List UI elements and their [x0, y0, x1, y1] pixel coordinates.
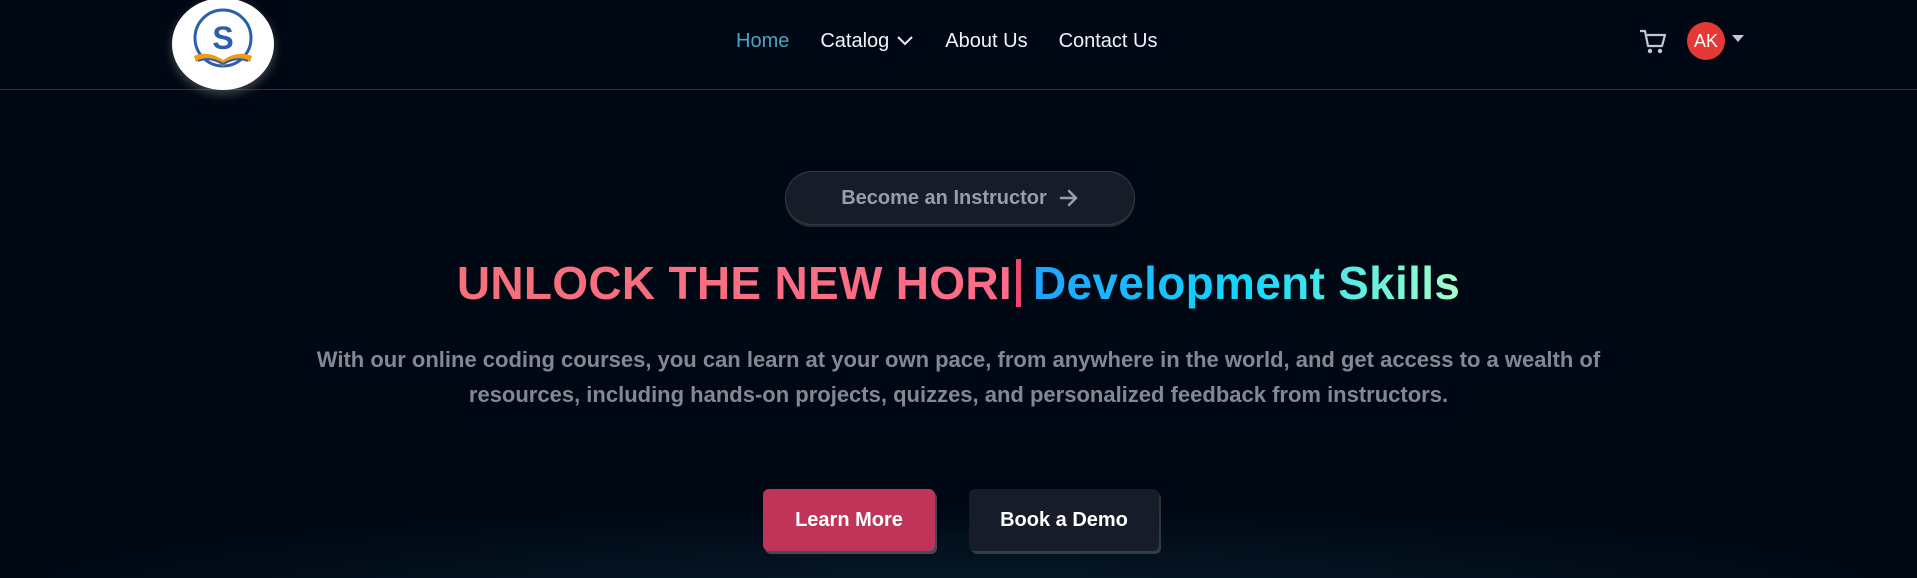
- nav-link-about-label: About Us: [945, 29, 1028, 52]
- cart-icon[interactable]: [1638, 28, 1668, 56]
- navbar: S Home Catalog About Us Contact Us AK: [0, 0, 1917, 90]
- nav-link-catalog-label: Catalog: [820, 29, 890, 52]
- nav-link-contact-label: Contact Us: [1058, 29, 1158, 52]
- become-instructor-label: Become an Instructor: [841, 186, 1047, 209]
- avatar-initials: AK: [1693, 30, 1718, 51]
- nav-link-catalog[interactable]: Catalog: [820, 30, 914, 53]
- nav-link-contact[interactable]: Contact Us: [1059, 30, 1158, 53]
- logo-letter: S: [212, 20, 233, 56]
- nav-link-about[interactable]: About Us: [945, 30, 1027, 53]
- learn-more-button[interactable]: Learn More: [763, 489, 935, 551]
- book-logo-icon: S: [193, 8, 253, 68]
- hero-description: With our online coding courses, you can …: [316, 347, 1601, 407]
- chevron-down-icon: [896, 35, 914, 47]
- page: S Home Catalog About Us Contact Us AK Be…: [0, 0, 1917, 578]
- logo[interactable]: S: [172, 0, 274, 90]
- caret-down-icon[interactable]: [1732, 35, 1744, 42]
- headline-highlight-text: Development Skills: [1032, 257, 1461, 309]
- avatar[interactable]: AK: [1687, 22, 1725, 60]
- book-demo-button[interactable]: Book a Demo: [969, 489, 1159, 551]
- hero-headline: UNLOCK THE NEW HORI Development Skills: [0, 256, 1917, 310]
- nav-links: Home Catalog About Us Contact Us: [736, 26, 1189, 56]
- nav-link-home[interactable]: Home: [736, 30, 789, 53]
- bottom-glow: [0, 508, 1917, 578]
- nav-link-home-label: Home: [736, 29, 790, 52]
- typing-cursor: [1015, 259, 1021, 307]
- headline-typed-text: UNLOCK THE NEW HORI: [456, 257, 1012, 309]
- arrow-right-icon: [1059, 189, 1078, 207]
- become-instructor-button[interactable]: Become an Instructor: [785, 171, 1135, 225]
